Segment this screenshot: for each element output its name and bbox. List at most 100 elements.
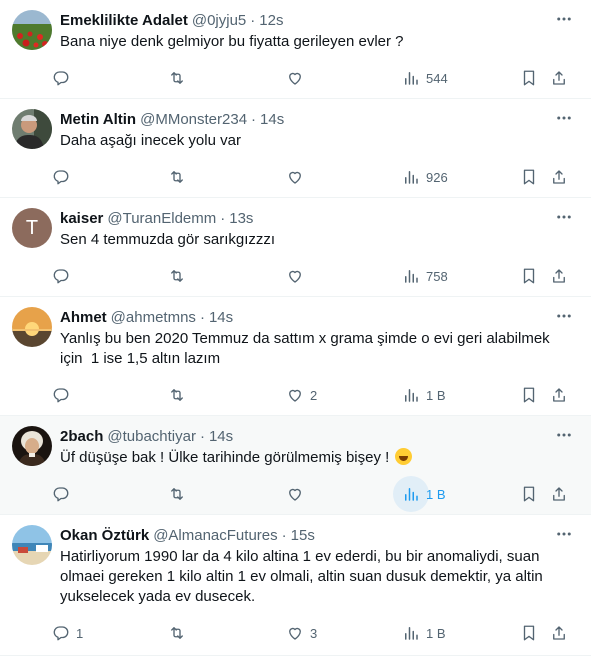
author-handle[interactable]: @tubachtiyar [107, 427, 196, 447]
share-icon [553, 388, 565, 402]
share-button[interactable] [550, 618, 568, 648]
tweet-text: Daha aşağı inecek yolu var [60, 131, 575, 151]
more-icon[interactable] [553, 8, 575, 30]
author-name[interactable]: Ahmet [60, 308, 107, 328]
avatar[interactable] [12, 525, 52, 565]
timestamp[interactable]: 14s [260, 110, 284, 130]
retweet-button[interactable] [168, 261, 186, 291]
reply-button[interactable]: 1 [52, 618, 83, 648]
like-icon [289, 171, 301, 184]
timestamp[interactable]: 14s [209, 427, 233, 447]
author-name[interactable]: kaiser [60, 209, 103, 229]
retweet-button[interactable] [168, 380, 186, 410]
separator-dot: · [250, 12, 256, 29]
bookmark-icon [523, 268, 535, 284]
share-button[interactable] [550, 479, 568, 509]
share-button[interactable] [550, 380, 568, 410]
like-button[interactable] [286, 261, 304, 291]
retweet-icon [171, 171, 183, 183]
tweet-header: Ahmet @ahmetmns · 14s [60, 307, 575, 329]
bookmark-button[interactable] [520, 162, 538, 192]
timestamp[interactable]: 14s [209, 308, 233, 328]
more-icon[interactable] [553, 305, 575, 327]
retweet-button[interactable] [168, 479, 186, 509]
tweet[interactable]: Okan Öztürk @AlmanacFutures · 15s Hatirl… [0, 515, 591, 656]
tweet-text-line: için 1 ise 1,5 altın lazım [60, 350, 221, 367]
timestamp[interactable]: 15s [291, 526, 315, 546]
tweet-text: Yanlış bu ben 2020 Temmuz da sattım x gr… [60, 329, 575, 369]
author-name[interactable]: 2bach [60, 427, 103, 447]
tweet-text-line: Daha aşağı inecek yolu var [60, 132, 241, 149]
action-bar: 758 [53, 257, 575, 297]
reply-button[interactable] [52, 162, 70, 192]
author-handle[interactable]: @0jyju5 [192, 11, 246, 31]
author-handle[interactable]: @AlmanacFutures [153, 526, 277, 546]
avatar[interactable]: T [12, 208, 52, 248]
bookmark-icon [523, 169, 535, 185]
share-icon [553, 71, 565, 85]
reply-icon [53, 71, 69, 86]
like-button[interactable]: 2 [286, 380, 317, 410]
bookmark-button[interactable] [520, 380, 538, 410]
like-button[interactable] [286, 63, 304, 93]
retweet-button[interactable] [168, 618, 186, 648]
like-button[interactable] [286, 162, 304, 192]
separator-dot: · [281, 527, 287, 544]
like-icon [289, 72, 301, 85]
like-icon [289, 389, 301, 402]
share-button[interactable] [550, 63, 568, 93]
views-button[interactable]: 1 B [393, 476, 446, 512]
retweet-icon [171, 389, 183, 401]
like-icon [289, 488, 301, 501]
like-icon [289, 270, 301, 283]
bookmark-button[interactable] [520, 479, 538, 509]
tweet[interactable]: T kaiser @TuranEldemm · 13s Sen 4 temmuz… [0, 198, 591, 297]
views-count: 544 [426, 70, 448, 86]
avatar[interactable] [12, 109, 52, 149]
author-handle[interactable]: @ahmetmns [111, 308, 196, 328]
views-button[interactable]: 1 B [402, 380, 446, 410]
more-icon[interactable] [553, 523, 575, 545]
author-name[interactable]: Emeklilikte Adalet [60, 11, 188, 31]
bookmark-button[interactable] [520, 618, 538, 648]
author-handle[interactable]: @TuranEldemm [107, 209, 216, 229]
retweet-button[interactable] [168, 162, 186, 192]
views-icon [405, 627, 418, 640]
bookmark-button[interactable] [520, 63, 538, 93]
tweet-text-line: olmaei gereken 1 kilo altin 1 ev olmali,… [60, 568, 543, 585]
views-icon [405, 488, 418, 501]
reply-button[interactable] [52, 380, 70, 410]
avatar[interactable] [12, 426, 52, 466]
share-button[interactable] [550, 261, 568, 291]
author-handle[interactable]: @MMonster234 [140, 110, 247, 130]
more-icon[interactable] [553, 206, 575, 228]
author-name[interactable]: Okan Öztürk [60, 526, 149, 546]
more-icon[interactable] [553, 107, 575, 129]
like-button[interactable]: 3 [286, 618, 317, 648]
tweet[interactable]: Metin Altin @MMonster234 · 14s Daha aşağ… [0, 99, 591, 198]
tweet-text-line: yukselecek yada ev dusecek. [60, 588, 256, 605]
retweet-button[interactable] [168, 63, 186, 93]
views-button[interactable]: 758 [402, 261, 448, 291]
views-button[interactable]: 926 [402, 162, 448, 192]
timestamp[interactable]: 12s [259, 11, 283, 31]
timestamp[interactable]: 13s [229, 209, 253, 229]
tweet-header: Emeklilikte Adalet @0jyju5 · 12s [60, 10, 575, 32]
reply-button[interactable] [52, 479, 70, 509]
author-name[interactable]: Metin Altin [60, 110, 136, 130]
reply-button[interactable] [52, 63, 70, 93]
more-icon[interactable] [553, 424, 575, 446]
tweet[interactable]: Ahmet @ahmetmns · 14s Yanlış bu ben 2020… [0, 297, 591, 416]
tweet-text-line: Sen 4 temmuzda gör sarıkgızzzı [60, 231, 276, 248]
bookmark-button[interactable] [520, 261, 538, 291]
views-button[interactable]: 544 [402, 63, 448, 93]
tweet[interactable]: Emeklilikte Adalet @0jyju5 · 12s Bana ni… [0, 0, 591, 99]
avatar[interactable] [12, 10, 52, 50]
like-button[interactable] [286, 479, 304, 509]
tweet[interactable]: 2bach @tubachtiyar · 14s Üf düşüşe bak !… [0, 416, 591, 515]
avatar[interactable] [12, 307, 52, 347]
share-button[interactable] [550, 162, 568, 192]
views-icon [405, 270, 418, 283]
reply-button[interactable] [52, 261, 70, 291]
views-button[interactable]: 1 B [402, 618, 446, 648]
